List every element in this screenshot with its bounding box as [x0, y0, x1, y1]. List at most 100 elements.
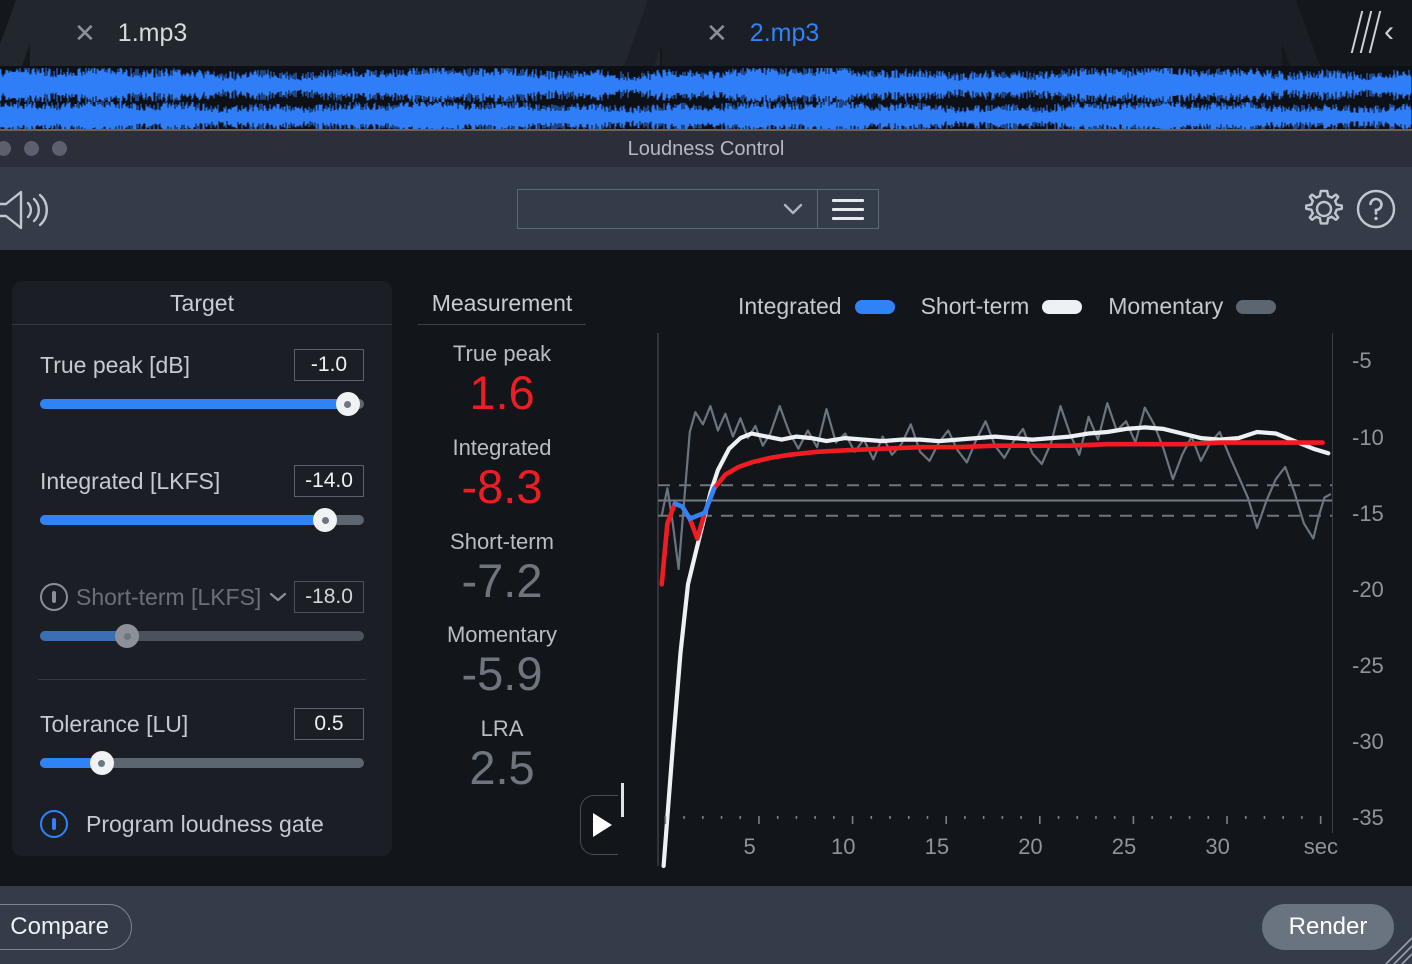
target-slider-tolerance[interactable] — [40, 751, 364, 775]
measurement-momentary: Momentary -5.9 — [406, 622, 598, 700]
play-icon — [593, 813, 612, 837]
target-value-short-term[interactable]: -18.0 — [294, 581, 364, 613]
x-axis-tick-label: 10 — [830, 834, 856, 859]
measurement-value: 2.5 — [469, 741, 535, 794]
chevron-down-icon[interactable] — [269, 592, 287, 602]
chart-right-axis-line — [1332, 333, 1333, 833]
speaker-icon[interactable] — [0, 189, 52, 231]
measurement-heading: Measurement — [406, 281, 598, 325]
legend-item-short-term[interactable]: Short-term — [921, 293, 1083, 320]
x-axis-tick-label: 15 — [924, 834, 950, 859]
window-controls[interactable] — [0, 141, 67, 156]
program-loudness-gate-row[interactable]: Program loudness gate — [12, 810, 392, 838]
measurement-label: LRA — [480, 716, 524, 741]
x-axis-tick-label: 30 — [1205, 834, 1230, 859]
collapse-panel-button[interactable]: ‹ — [1304, 6, 1394, 58]
measurement-value: -8.3 — [461, 459, 543, 513]
minimize-dot[interactable] — [24, 141, 39, 156]
close-icon[interactable]: ✕ — [706, 20, 728, 46]
tab-1mp3[interactable]: ✕ 1.mp3 — [0, 0, 699, 66]
preset-dropdown[interactable] — [517, 189, 817, 229]
measurement-integrated: Integrated -8.3 — [406, 435, 598, 513]
loudness-chart: Integrated Short-term Momentary -5 -10 -15… — [618, 281, 1400, 869]
waveform-channel-left — [0, 68, 1412, 102]
y-axis-tick-label: -15 — [1352, 500, 1384, 526]
y-axis-tick-label: -25 — [1352, 653, 1384, 679]
target-panel: Target True peak [dB] -1.0 Integrated [L… — [12, 281, 392, 856]
program-loudness-gate-label: Program loudness gate — [86, 810, 324, 837]
bottom-bar — [0, 886, 1412, 964]
target-value-tolerance[interactable]: 0.5 — [294, 708, 364, 740]
measurement-label: Short-term — [450, 528, 554, 554]
measurement-label: True peak — [452, 341, 552, 366]
target-row-short-term: Short-term [LKFS] -18.0 — [12, 581, 392, 648]
target-slider-integrated[interactable] — [40, 508, 364, 532]
slider-thumb[interactable] — [313, 508, 338, 532]
slider-thumb[interactable] — [115, 624, 140, 648]
target-label-tolerance: Tolerance [LU] — [40, 710, 189, 737]
measurement-value: -7.2 — [461, 553, 543, 607]
legend-label: Momentary — [1108, 293, 1224, 319]
legend-label: Integrated — [738, 293, 842, 319]
tab-edge-left — [0, 0, 47, 66]
target-value-true-peak[interactable]: -1.0 — [294, 349, 364, 381]
close-dot[interactable] — [0, 141, 11, 156]
plugin-title-bar: Loudness Control — [0, 131, 1412, 167]
tab-label: 2.mp3 — [749, 18, 820, 47]
plugin-title: Loudness Control — [627, 137, 785, 160]
tab-2mp3[interactable]: ✕ 2.mp3 — [623, 0, 1321, 66]
tab-bar: ✕ 1.mp3 ✕ 2.mp3 ‹ — [0, 0, 1412, 66]
target-divider — [38, 679, 366, 680]
waveform-display[interactable] — [0, 66, 1412, 132]
measurement-label: Momentary — [446, 622, 558, 648]
y-axis-tick-label: -10 — [1352, 424, 1384, 450]
resize-grip-icon[interactable] — [1378, 930, 1412, 964]
zoom-dot[interactable] — [52, 141, 67, 156]
compare-button[interactable]: Compare — [0, 904, 132, 950]
gear-icon[interactable] — [1302, 187, 1346, 231]
chart-x-axis: sec 5 10 15 20 25 30 — [656, 814, 1338, 874]
target-slider-short-term[interactable] — [40, 624, 364, 648]
playhead-marker[interactable] — [621, 783, 624, 817]
power-toggle-icon[interactable] — [40, 583, 68, 611]
legend-item-integrated[interactable]: Integrated — [738, 293, 895, 320]
measurement-short-term: Short-term -7.2 — [406, 529, 598, 607]
slider-thumb[interactable] — [335, 392, 360, 416]
slider-thumb[interactable] — [89, 751, 114, 775]
target-row-true-peak: True peak [dB] -1.0 — [12, 349, 392, 416]
hamburger-menu-icon — [832, 198, 864, 202]
tab-label: 1.mp3 — [117, 18, 188, 47]
x-axis-unit-label: sec — [1303, 834, 1338, 859]
target-row-tolerance: Tolerance [LU] 0.5 — [12, 708, 392, 775]
help-circle-icon[interactable] — [1354, 187, 1398, 231]
x-axis-tick-label: 5 — [743, 834, 756, 859]
target-label-integrated: Integrated [LKFS] — [40, 467, 221, 494]
x-axis-tick-label: 25 — [1111, 834, 1137, 859]
y-axis-tick-label: -20 — [1352, 576, 1384, 602]
chart-legend: Integrated Short-term Momentary — [738, 293, 1277, 320]
render-button[interactable]: Render — [1262, 904, 1394, 950]
chart-y-axis: -5 -10 -15 -20 -25 -30 -35 — [1334, 333, 1398, 964]
legend-swatch — [1042, 299, 1083, 314]
power-toggle-icon[interactable] — [40, 810, 68, 838]
grip-lines-icon — [1350, 11, 1382, 53]
measurement-true-peak: True peak 1.6 — [406, 341, 598, 419]
target-slider-true-peak[interactable] — [40, 392, 364, 416]
target-value-integrated[interactable]: -14.0 — [294, 465, 364, 497]
play-button[interactable] — [580, 795, 618, 855]
target-label-true-peak: True peak [dB] — [40, 351, 191, 378]
measurement-value: -5.9 — [461, 647, 543, 701]
y-axis-tick-label: -5 — [1352, 348, 1372, 374]
legend-swatch — [854, 299, 895, 314]
legend-swatch — [1236, 299, 1277, 314]
measurement-value: 1.6 — [469, 366, 535, 419]
chevron-left-icon: ‹ — [1384, 15, 1394, 48]
target-label-text: Short-term [LKFS] — [76, 583, 262, 610]
y-axis-tick-label: -30 — [1352, 729, 1384, 755]
measurement-lra: LRA 2.5 — [406, 716, 598, 794]
measurement-panel: Measurement True peak 1.6 Integrated -8.… — [406, 281, 598, 794]
y-axis-tick-label: -35 — [1352, 805, 1384, 831]
preset-menu-button[interactable] — [817, 189, 879, 229]
legend-item-momentary[interactable]: Momentary — [1108, 293, 1277, 320]
close-icon[interactable]: ✕ — [74, 20, 96, 46]
